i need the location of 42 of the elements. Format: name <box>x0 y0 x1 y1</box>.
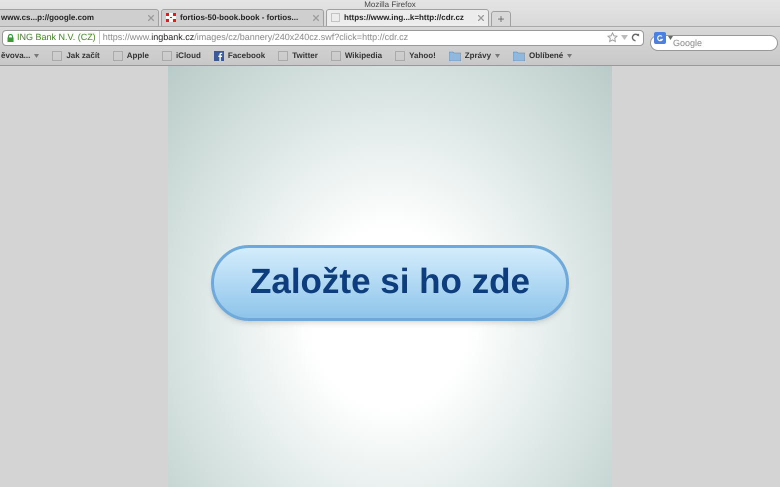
banner-button[interactable]: Založte si ho zde <box>211 244 569 320</box>
close-icon[interactable] <box>478 14 484 21</box>
browser-tab[interactable]: www.cs...p://google.com <box>0 8 159 26</box>
dropdown-icon[interactable] <box>668 36 673 40</box>
lock-icon <box>7 34 14 42</box>
page-icon <box>330 51 341 62</box>
bookmark-item[interactable]: Zprávy <box>448 50 500 62</box>
new-tab-button[interactable]: + <box>491 10 511 26</box>
close-icon[interactable] <box>148 14 154 21</box>
page-icon <box>112 51 123 62</box>
facebook-icon <box>214 51 224 62</box>
page-icon <box>278 51 288 62</box>
page-icon <box>331 13 340 22</box>
site-identity[interactable]: ING Bank N.V. (CZ) <box>17 30 100 44</box>
browser-tab[interactable]: fortios-50-book.book - fortios... <box>161 8 324 26</box>
page-icon <box>395 51 406 62</box>
window-title: Mozilla Firefox <box>364 0 416 9</box>
page-icon <box>162 51 172 62</box>
bookmark-item[interactable]: Apple <box>112 50 149 62</box>
reload-icon[interactable] <box>631 33 640 42</box>
close-icon[interactable] <box>313 14 319 21</box>
bookmark-item[interactable]: Wikipedia <box>330 50 382 62</box>
page-icon <box>52 51 62 62</box>
bookmark-item[interactable]: Jak začít <box>52 50 100 62</box>
url-text: https://www.ingbank.cz/images/cz/bannery/240x240cz.swf?click=http://cdr.cz <box>102 30 410 44</box>
star-icon[interactable] <box>607 32 618 44</box>
caret-icon <box>567 54 572 58</box>
folder-icon <box>513 51 526 62</box>
bookmark-item[interactable]: iCloud <box>162 50 201 62</box>
bookmark-item[interactable]: Yahoo! <box>395 50 436 62</box>
fortinet-icon <box>166 13 176 22</box>
browser-tab[interactable]: https://www.ing...k=http://cdr.cz <box>326 8 489 26</box>
google-icon <box>654 32 666 44</box>
caret-icon <box>34 54 40 58</box>
address-field[interactable]: ING Bank N.V. (CZ) https://www.ingbank.cz/images/cz/bannery/240x240cz.swf?click=http://cdr.cz <box>2 30 644 46</box>
folder-icon <box>448 51 461 62</box>
caret-icon <box>495 54 500 58</box>
search-field[interactable]: Google <box>650 34 778 51</box>
bookmark-item[interactable]: Oblíbené <box>513 50 572 62</box>
bookmark-item[interactable]: ěvova... <box>1 50 40 62</box>
bookmark-item[interactable]: Twitter <box>278 50 318 62</box>
bookmark-item[interactable]: Facebook <box>214 50 266 62</box>
